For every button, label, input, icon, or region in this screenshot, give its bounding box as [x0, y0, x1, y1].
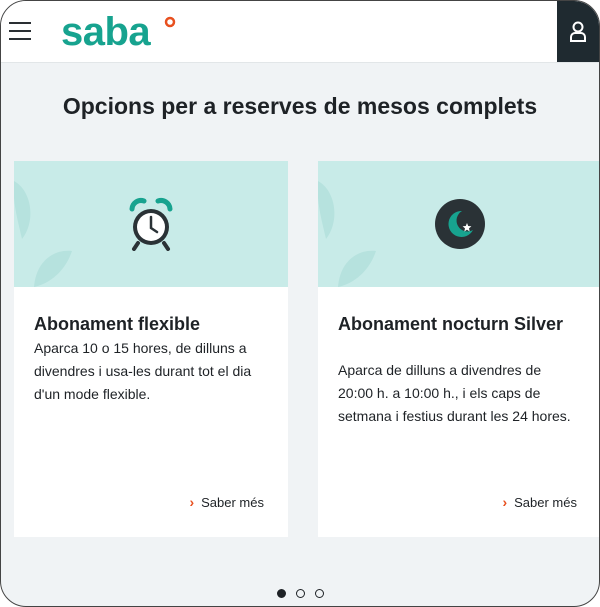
carousel-dot-2[interactable]: [296, 589, 305, 598]
top-bar: saba: [1, 1, 599, 63]
carousel-dot-1[interactable]: [277, 589, 286, 598]
chevron-right-icon: ›: [189, 494, 195, 510]
leaf-decoration-icon: [318, 181, 376, 287]
account-button[interactable]: [557, 1, 599, 62]
card-title: Abonament nocturn Silver: [338, 314, 564, 334]
page-title: Opcions per a reserves de mesos complets: [62, 93, 538, 119]
link-label: Saber més: [201, 495, 264, 510]
card-abonament-nocturn-silver[interactable]: Abonament nocturn Silver Aparca de dillu…: [318, 161, 599, 537]
app-frame: saba Opcions per a reserves de mesos com…: [0, 0, 600, 607]
hamburger-menu-icon[interactable]: [9, 22, 31, 40]
card-banner: [318, 161, 599, 287]
logo-mark-icon: [164, 16, 176, 28]
saber-mes-link[interactable]: › Saber més: [189, 494, 264, 510]
carousel-dot-3[interactable]: [315, 589, 324, 598]
alarm-clock-icon: [129, 198, 173, 251]
card-abonament-flexible[interactable]: Abonament flexible Aparca 10 o 15 hores,…: [14, 161, 288, 537]
saber-mes-link[interactable]: › Saber més: [502, 494, 577, 510]
moon-star-icon: [434, 199, 485, 249]
chevron-right-icon: ›: [502, 494, 508, 510]
card-description: Aparca de dilluns a divendres de 20:00 h…: [338, 362, 571, 424]
card-description: Aparca 10 o 15 hores, de dilluns a diven…: [34, 340, 252, 402]
user-icon: [570, 21, 586, 42]
card-title: Abonament flexible: [34, 314, 201, 334]
card-banner: [14, 161, 288, 287]
link-label: Saber més: [514, 495, 577, 510]
saba-logo[interactable]: saba: [61, 10, 151, 54]
leaf-decoration-icon: [14, 181, 72, 287]
